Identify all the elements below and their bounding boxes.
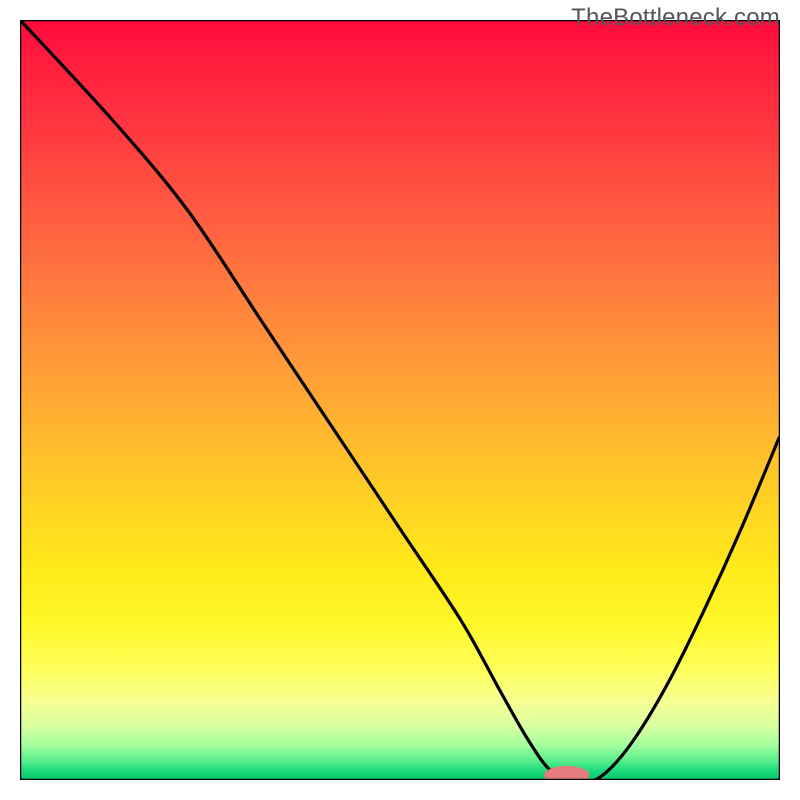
bottleneck-chart-svg bbox=[0, 0, 800, 800]
attribution-label: TheBottleneck.com bbox=[571, 4, 780, 32]
gradient-background bbox=[21, 21, 779, 779]
margin-left bbox=[0, 0, 20, 800]
margin-bottom bbox=[0, 780, 800, 800]
margin-right bbox=[780, 0, 800, 800]
chart-canvas: TheBottleneck.com bbox=[0, 0, 800, 800]
